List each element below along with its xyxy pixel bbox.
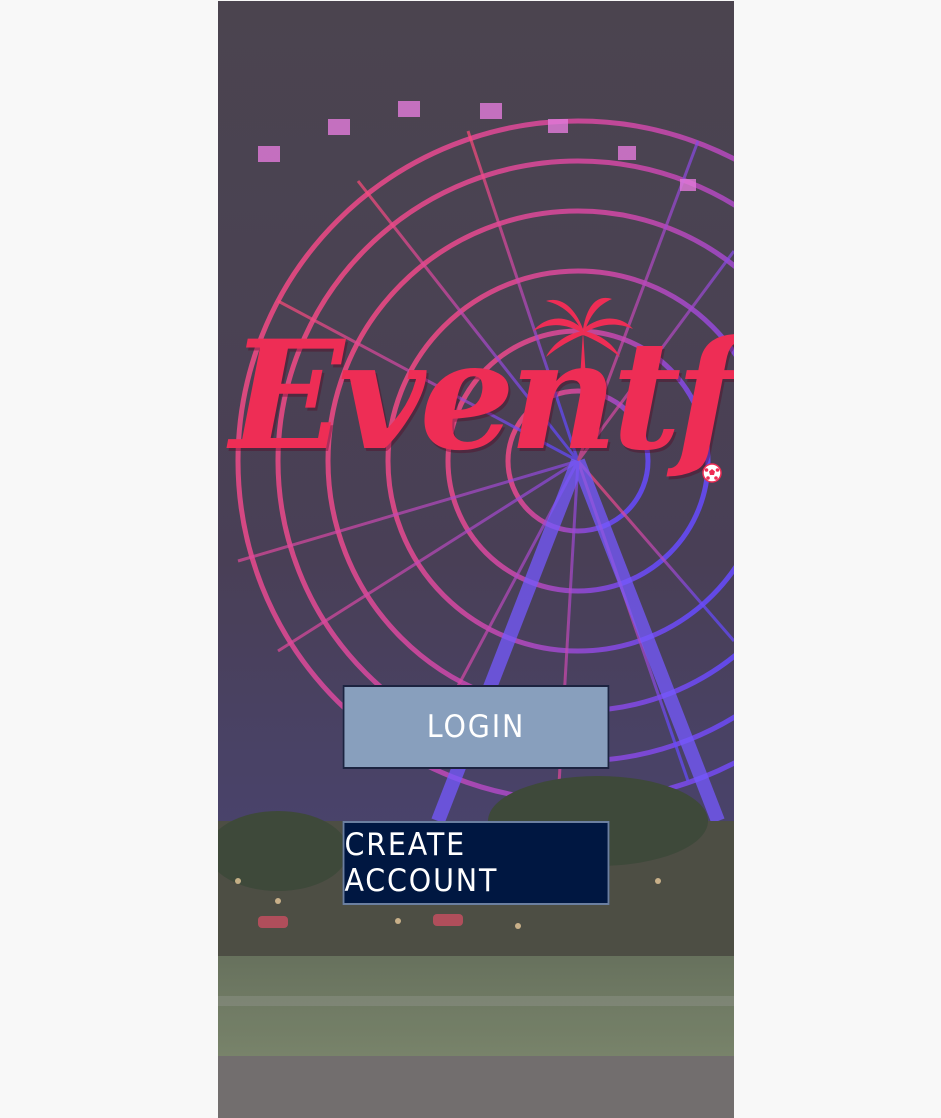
eventful-logo: Eventful [218,291,734,591]
logo-wordmark: Eventful [230,308,734,484]
create-account-button[interactable]: CREATE ACCOUNT [342,821,610,905]
welcome-screen: Eventful LOGIN CREATE ACCOUNT [218,1,734,1118]
app-page: Eventful LOGIN CREATE ACCOUNT [0,0,941,1118]
soccer-ball-icon [702,463,722,483]
login-button[interactable]: LOGIN [342,685,610,769]
